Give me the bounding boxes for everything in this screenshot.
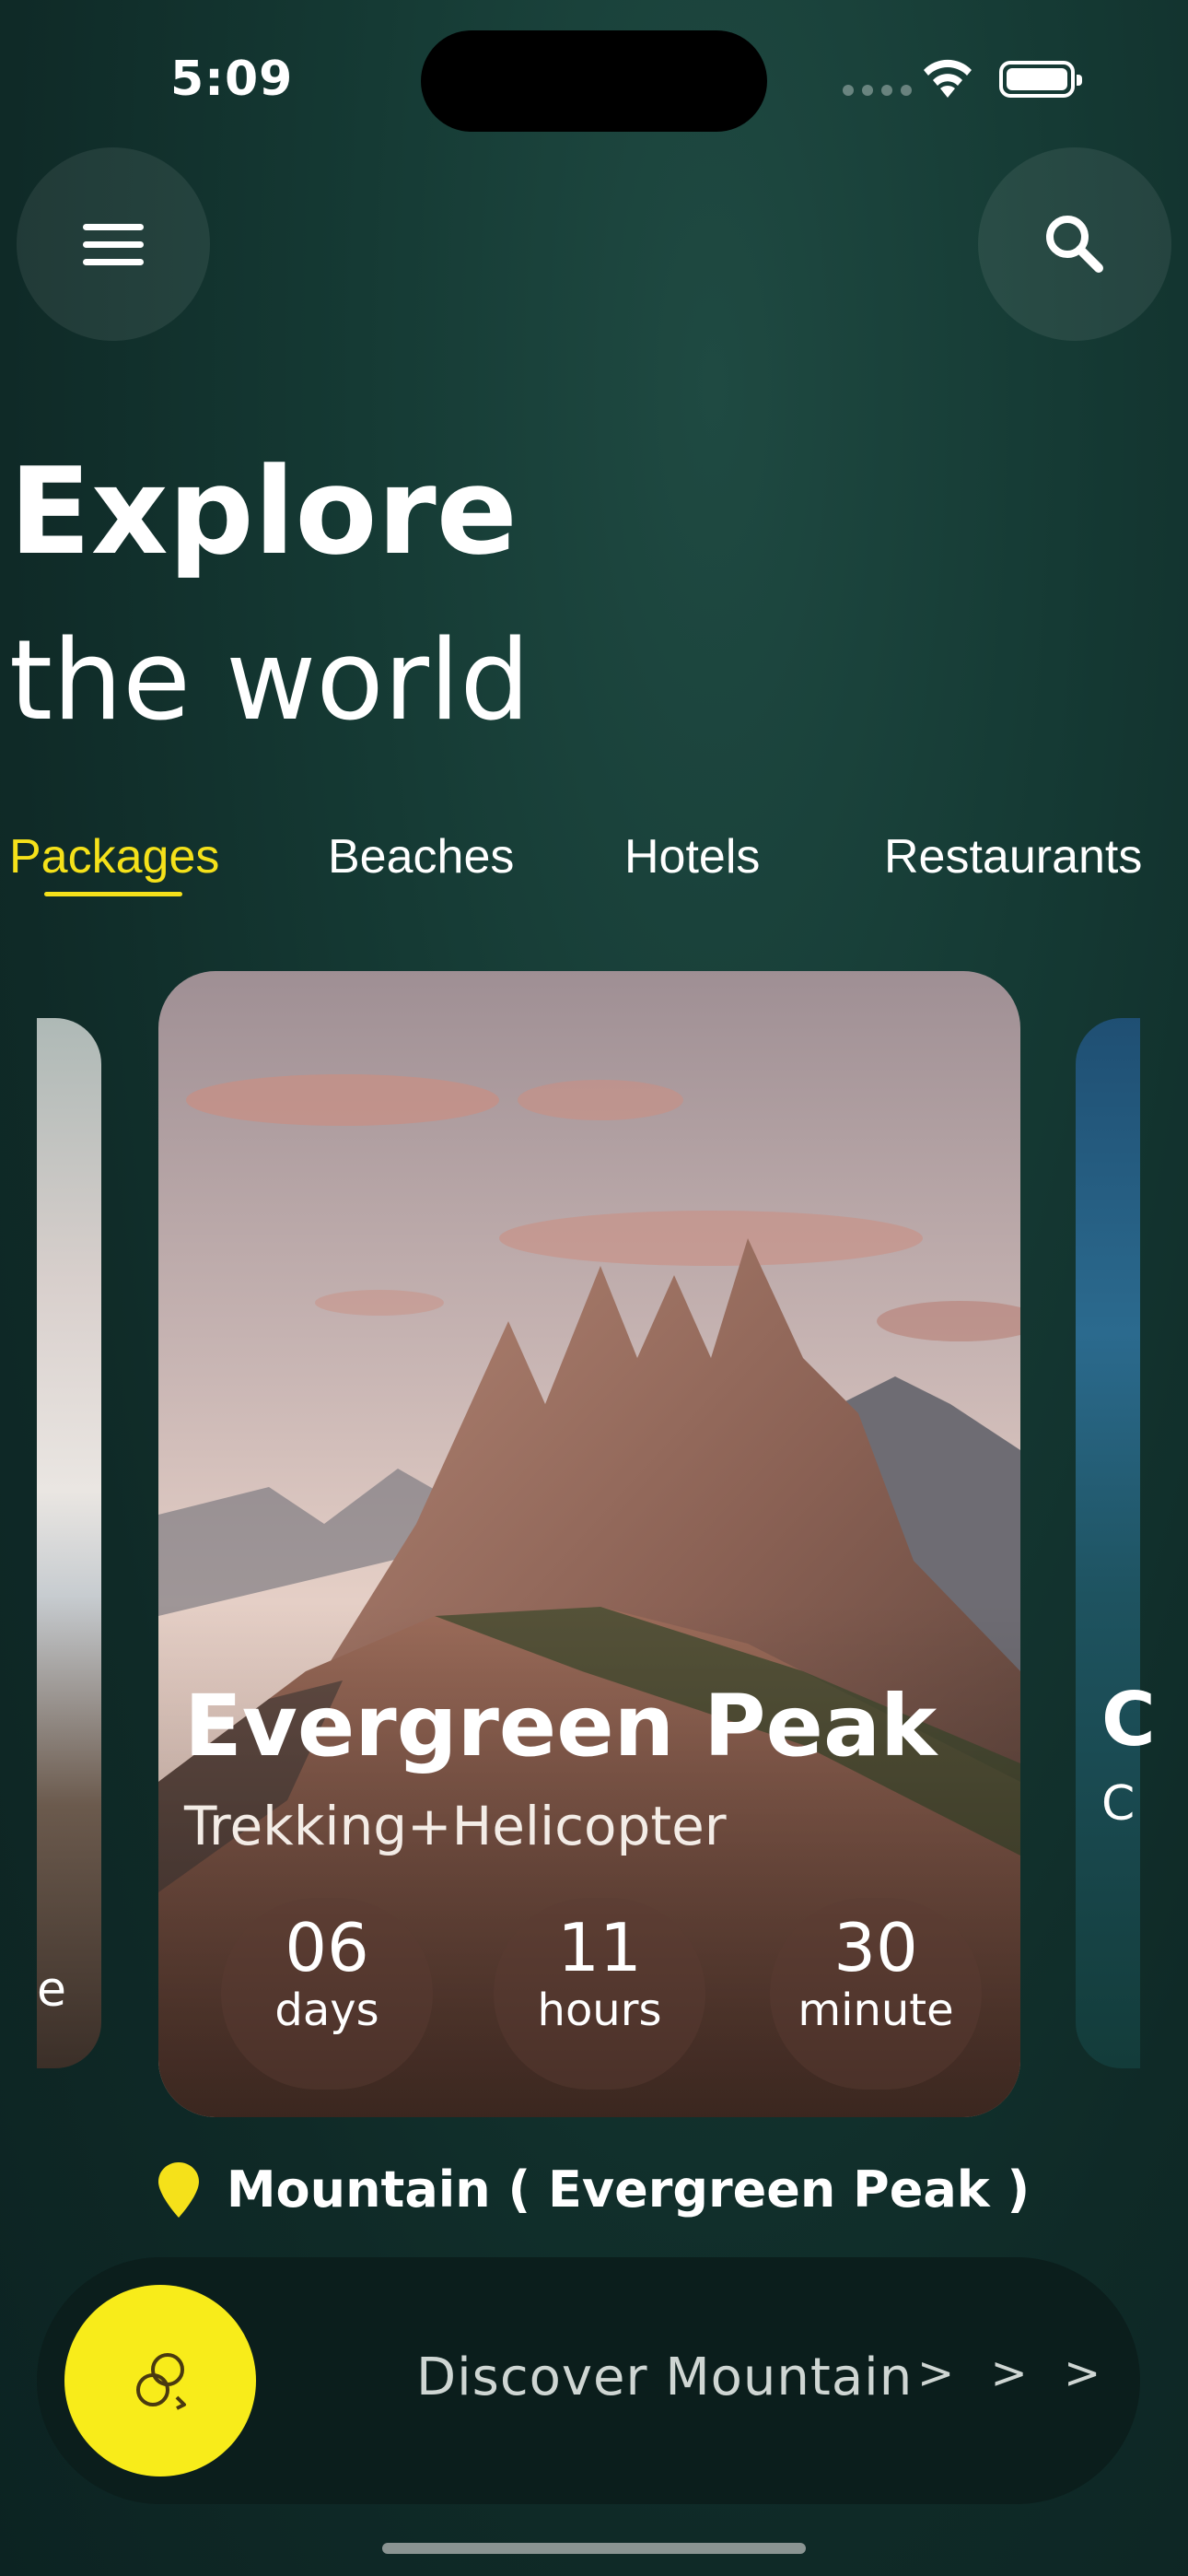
menu-button[interactable] (17, 147, 210, 341)
package-card-previous[interactable] (37, 1018, 101, 2068)
hamburger-menu-icon (83, 213, 144, 276)
countdown-days-label: days (274, 1985, 379, 2036)
next-card-subtitle-fragment: C (1101, 1776, 1136, 1832)
card-subtitle: Trekking+Helicopter (184, 1795, 727, 1857)
countdown-hours-value: 11 (557, 1909, 642, 1986)
discover-label: Discover Mountain (416, 2348, 914, 2407)
package-card-next[interactable] (1076, 1018, 1140, 2068)
page-title: Explore (9, 441, 518, 581)
countdown-hours: 11 hours (494, 1898, 705, 2090)
page-subtitle: the world (9, 617, 530, 745)
tab-packages[interactable]: Packages (9, 829, 219, 884)
tab-hotels[interactable]: Hotels (624, 829, 760, 884)
location-label: Mountain ( Evergreen Peak ) (0, 2160, 1188, 2219)
status-time: 5:09 (170, 52, 294, 107)
discover-arrows-icon: > > > (917, 2348, 1112, 2399)
countdown-days: 06 days (221, 1898, 433, 2090)
tab-restaurants[interactable]: Restaurants (884, 829, 1142, 884)
active-tab-indicator (44, 892, 182, 896)
next-card-title-fragment: C (1101, 1677, 1156, 1762)
discover-bar[interactable]: Discover Mountain > > > (37, 2257, 1140, 2504)
countdown-hours-label: hours (537, 1985, 662, 2036)
dynamic-island (421, 30, 767, 132)
search-icon (1046, 216, 1103, 273)
countdown-minutes-label: minute (798, 1985, 954, 2036)
cellular-signal-icon (843, 85, 912, 96)
search-button[interactable] (978, 147, 1171, 341)
explore-icon (136, 2353, 186, 2410)
discover-button[interactable] (64, 2285, 256, 2476)
previous-card-title-fragment: e (37, 1962, 66, 2018)
countdown-days-value: 06 (285, 1909, 369, 1986)
wifi-icon (924, 59, 972, 98)
countdown-minutes: 30 minute (770, 1898, 982, 2090)
tab-beaches[interactable]: Beaches (328, 829, 514, 884)
map-pin-icon (157, 2161, 199, 2218)
category-tabs: Packages Beaches Hotels Restaurants (0, 829, 1188, 894)
location-text: Mountain ( Evergreen Peak ) (226, 2160, 1031, 2219)
countdown-minutes-value: 30 (833, 1909, 918, 1986)
card-title: Evergreen Peak (184, 1677, 938, 1775)
home-indicator[interactable] (382, 2543, 806, 2554)
status-bar: 5:09 (0, 0, 1188, 157)
battery-icon (999, 61, 1082, 98)
